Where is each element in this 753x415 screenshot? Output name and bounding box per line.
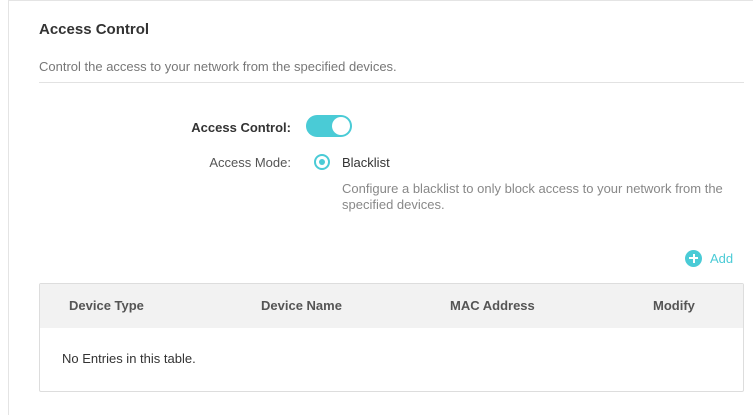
table-body: No Entries in this table. — [40, 328, 743, 391]
table-empty-message: No Entries in this table. — [62, 351, 196, 366]
device-table: Device Type Device Name MAC Address Modi… — [39, 283, 744, 392]
access-mode-label: Access Mode: — [209, 155, 291, 170]
blacklist-radio-label[interactable]: Blacklist — [342, 155, 390, 170]
section-description: Control the access to your network from … — [39, 59, 397, 74]
table-header: Device Type Device Name MAC Address Modi… — [40, 284, 743, 328]
column-header-modify: Modify — [653, 298, 695, 313]
add-button-label: Add — [710, 250, 734, 266]
column-header-device-type: Device Type — [69, 298, 144, 313]
add-button[interactable]: Add — [685, 248, 733, 268]
access-control-panel: Access Control Control the access to you… — [8, 0, 753, 415]
access-control-toggle[interactable] — [306, 115, 352, 137]
plus-circle-icon — [685, 249, 702, 267]
section-title: Access Control — [39, 21, 150, 38]
blacklist-radio[interactable] — [314, 154, 330, 170]
access-mode-hint: Configure a blacklist to only block acce… — [342, 181, 723, 212]
access-control-label: Access Control: — [191, 120, 291, 135]
section-divider — [39, 82, 744, 83]
column-header-mac-address: MAC Address — [450, 298, 535, 313]
radio-selected-dot — [319, 159, 325, 165]
column-header-device-name: Device Name — [261, 298, 342, 313]
toggle-knob — [332, 117, 350, 135]
